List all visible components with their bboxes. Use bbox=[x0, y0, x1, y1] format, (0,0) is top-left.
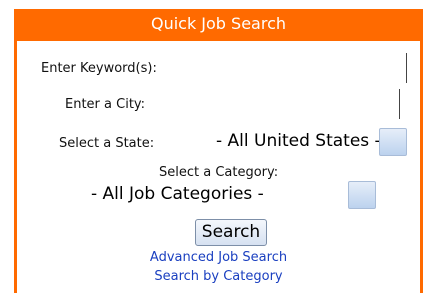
state-label: Select a State: bbox=[59, 136, 155, 151]
advanced-job-search-link[interactable]: Advanced Job Search bbox=[17, 250, 420, 265]
panel-title: Quick Job Search bbox=[17, 9, 420, 41]
state-selected-value: - All United States - bbox=[216, 131, 381, 151]
city-input[interactable] bbox=[399, 89, 400, 119]
state-dropdown-button[interactable] bbox=[379, 128, 407, 156]
city-label: Enter a City: bbox=[65, 97, 146, 112]
keyword-label: Enter Keyword(s): bbox=[41, 61, 157, 76]
search-button[interactable]: Search bbox=[195, 219, 267, 246]
quick-job-search-panel: Quick Job Search Enter Keyword(s): Enter… bbox=[14, 9, 423, 293]
category-dropdown-button[interactable] bbox=[348, 181, 376, 209]
category-label: Select a Category: bbox=[159, 165, 279, 180]
category-selected-value: - All Job Categories - bbox=[91, 184, 264, 204]
keyword-input[interactable] bbox=[406, 53, 407, 83]
search-by-category-link[interactable]: Search by Category bbox=[17, 269, 420, 284]
